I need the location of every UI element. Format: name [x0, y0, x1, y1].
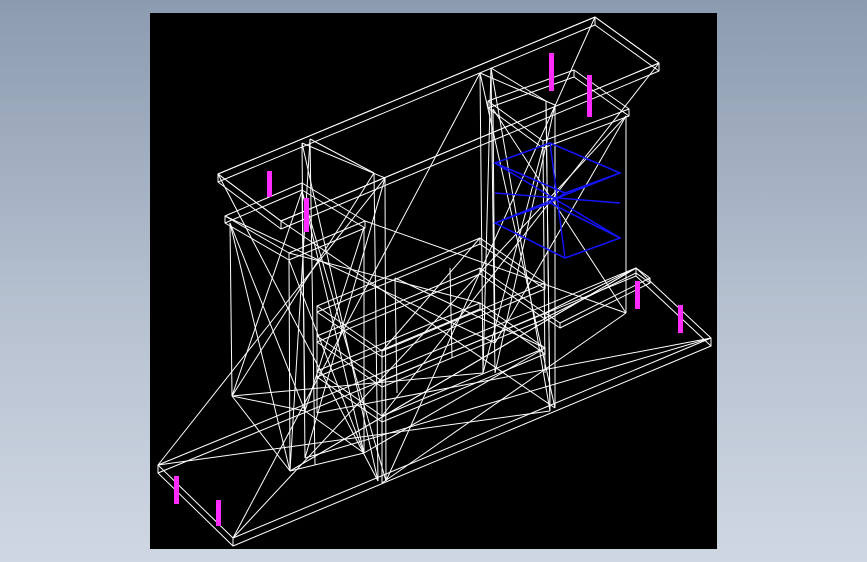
pin-marker — [174, 476, 179, 504]
left-tower-post — [288, 259, 291, 472]
right-tower-post — [490, 67, 547, 102]
pin-marker — [216, 500, 221, 526]
base-platform-top — [157, 267, 712, 539]
left-tower-post — [384, 177, 387, 482]
right-tower-diagonal — [482, 67, 492, 374]
brace-cross — [493, 202, 622, 259]
wire-diagonal — [288, 252, 481, 304]
brace-cross — [493, 142, 622, 194]
pin-marker — [587, 75, 592, 117]
top-beam-bottom — [217, 24, 660, 230]
left-tower-post — [289, 452, 365, 472]
right-tower-post — [479, 72, 484, 374]
pin-marker — [635, 281, 640, 309]
pin-marker — [549, 53, 554, 91]
wire-diagonal — [363, 347, 546, 454]
shelf-post — [381, 237, 481, 352]
pin-marker — [678, 305, 683, 333]
brace-cross — [493, 202, 622, 259]
right-tower-diagonal — [545, 100, 551, 412]
pin-marker — [267, 171, 272, 197]
left-tower-diagonal — [301, 190, 365, 454]
wire-diagonal — [232, 72, 481, 539]
base-shelf-bottom — [544, 272, 651, 329]
left-tower-cap-bottom — [224, 189, 366, 261]
left-tower-post — [309, 138, 375, 174]
shelf-post — [394, 277, 546, 349]
wire-diagonal — [217, 173, 379, 482]
wire-diagonal — [231, 372, 484, 397]
left-tower-post — [229, 222, 233, 397]
pin-marker — [304, 198, 309, 232]
wireframe-drawing — [157, 16, 712, 547]
brace-cross — [493, 142, 622, 194]
left-tower-diagonal — [229, 222, 291, 472]
wire-diagonal — [232, 115, 627, 539]
wire-diagonal — [304, 337, 712, 459]
white-wireframe — [157, 16, 712, 547]
base-platform-bottom — [157, 275, 712, 547]
cad-viewport[interactable] — [150, 13, 717, 549]
